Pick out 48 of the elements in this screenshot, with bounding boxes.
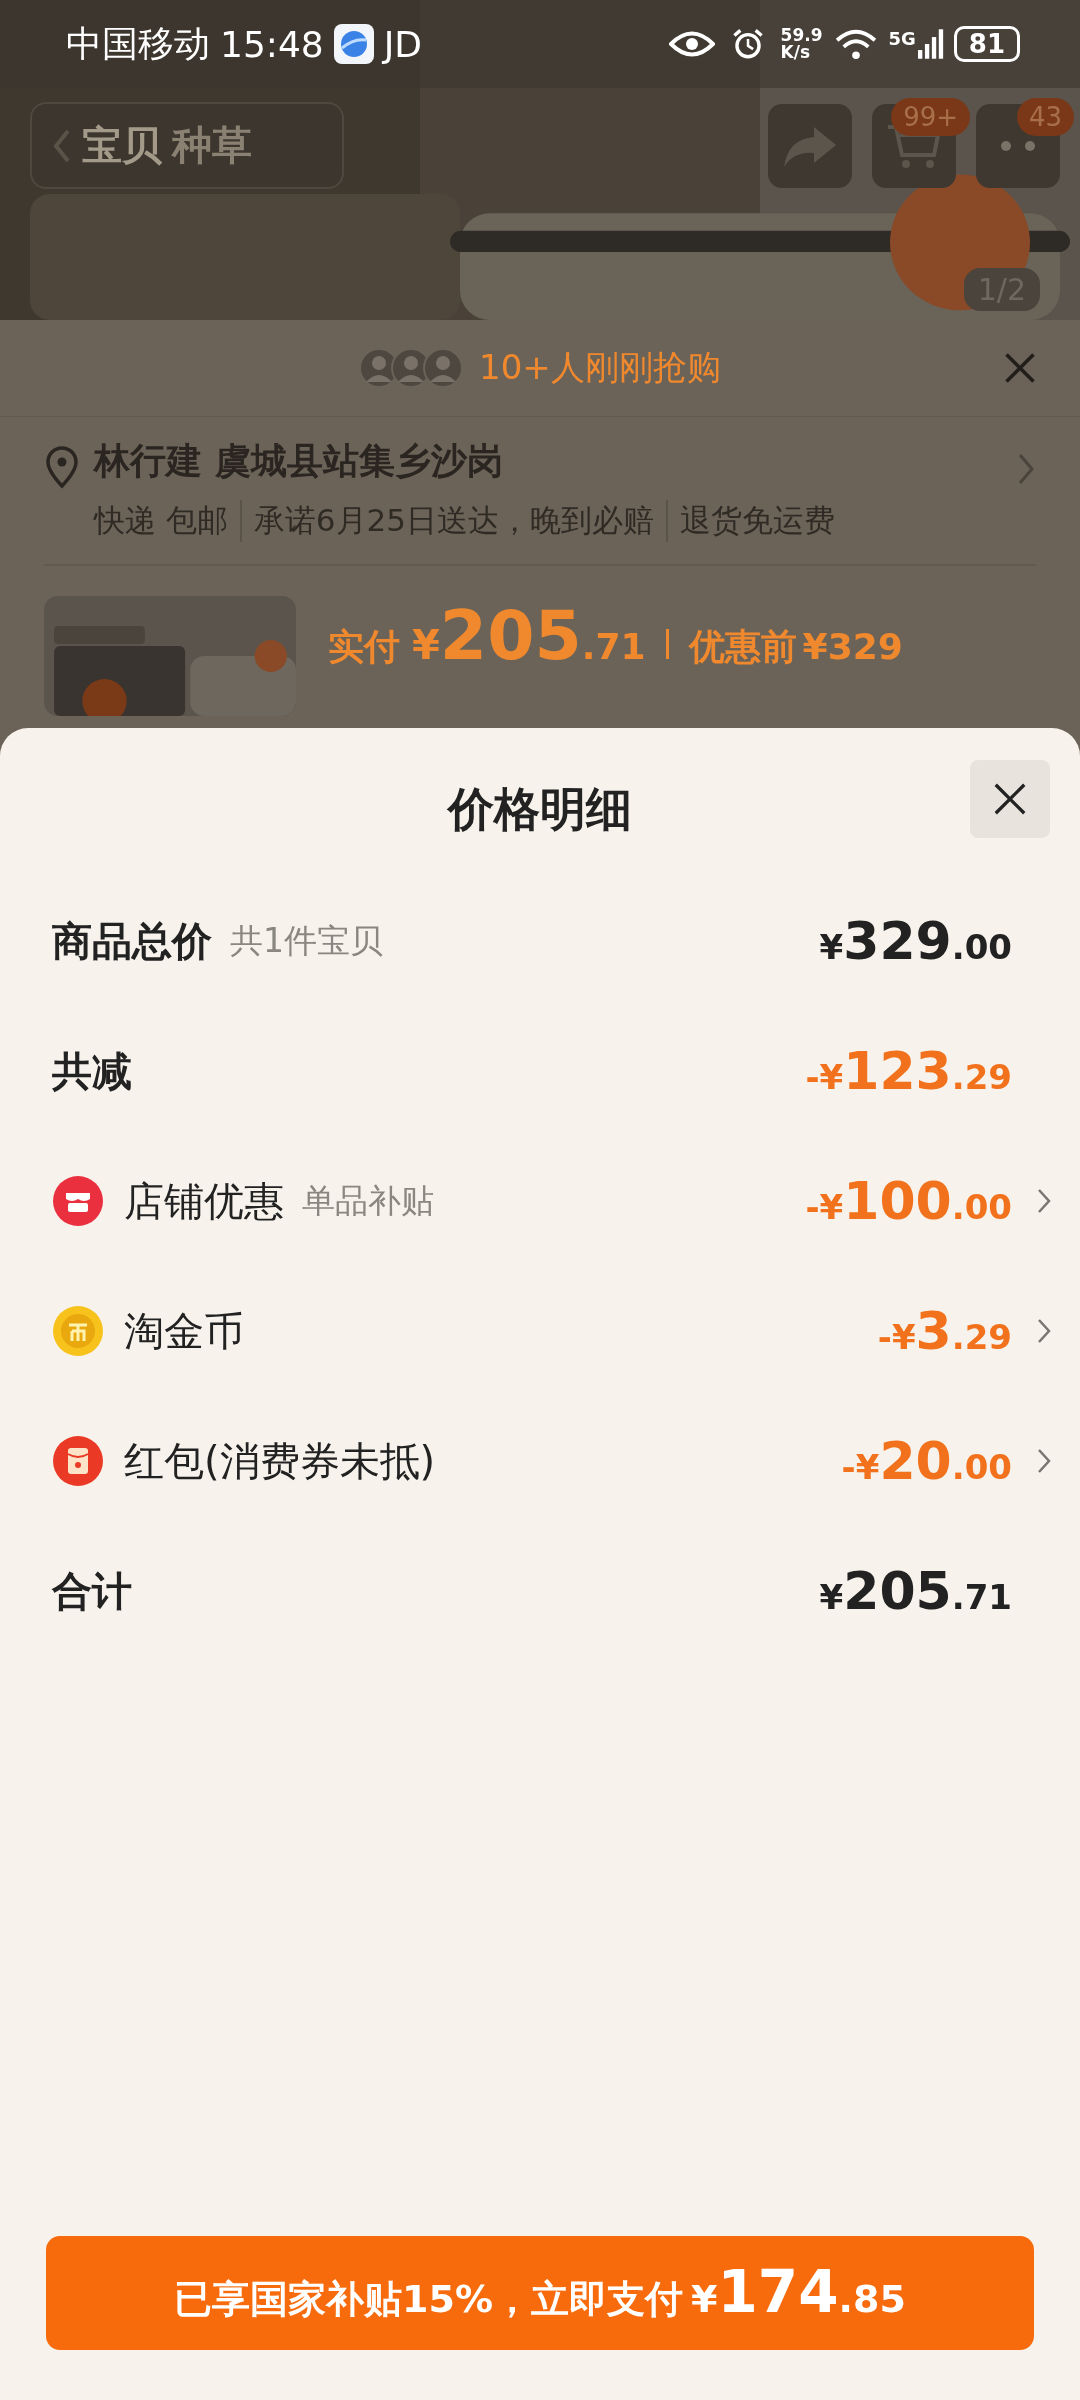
paid-price: ¥205.71 [412,596,646,675]
battery-level: 81 [953,26,1020,62]
pay-button[interactable]: 已享国家补贴15%，立即支付 ¥174.85 [46,2236,1034,2350]
shop-icon [52,1175,104,1227]
app-label: JD [383,23,423,65]
network-speed: 59.9 K/s [780,27,823,61]
price-row-note: 单品补贴 [302,1179,434,1222]
price-amount: ¥205.71 [819,1561,1012,1621]
price-amount: -¥3.29 [877,1301,1012,1361]
price-row-label: 共减 [52,1046,132,1096]
original-price: ¥329 [802,626,903,667]
network-type: 5G [888,28,916,49]
chevron-right-icon[interactable] [1036,1187,1052,1215]
price-amount: ¥329.00 [819,911,1012,971]
carrier-name: 中国移动 [66,21,210,66]
sheet-title: 价格明细 [448,781,632,838]
chevron-right-icon[interactable] [1016,451,1036,487]
location-pin-icon [44,445,80,489]
delivery-info: 退货免运费 [680,501,837,540]
delivery-info: 承诺6月25日送达，晚到必赔 [253,500,669,542]
chevron-right-icon[interactable] [1036,1447,1052,1475]
recent-buyers-note: 10+人刚刚抢购 [479,346,721,389]
price-row-label: 淘金币 [124,1306,244,1356]
price-row-label: 红包(消费券未抵) [124,1436,436,1486]
dots-icon [1001,140,1035,151]
delivery-info: 快递 包邮 [94,500,242,542]
price-amount: -¥100.00 [805,1171,1012,1231]
clock-time: 15:48 [220,23,324,65]
shipping-address[interactable]: 林行建 虞城县站集乡沙岗 [94,437,1002,486]
paid-label: 实付 [328,625,400,669]
signal-icon [917,28,944,60]
price-amount: -¥20.00 [841,1431,1012,1491]
share-button[interactable] [768,103,852,188]
chevron-right-icon[interactable] [1036,1317,1052,1345]
price-row-label: 合计 [52,1566,132,1616]
header-tab[interactable]: 宝贝 [82,118,162,173]
price-row-label: 商品总价 [52,916,212,966]
avatar-icon [423,348,464,388]
price-row-label: 店铺优惠 [124,1176,284,1226]
original-price-label: 优惠前 [688,625,797,669]
header-tab[interactable]: 种草 [172,118,252,173]
app-icon [333,24,374,64]
price-amount: -¥123.29 [805,1041,1012,1101]
envelope-icon [52,1435,104,1487]
price-row-note: 共1件宝贝 [230,919,383,962]
coin-icon [52,1305,104,1357]
close-button[interactable] [970,760,1050,838]
back-icon[interactable] [52,127,72,164]
